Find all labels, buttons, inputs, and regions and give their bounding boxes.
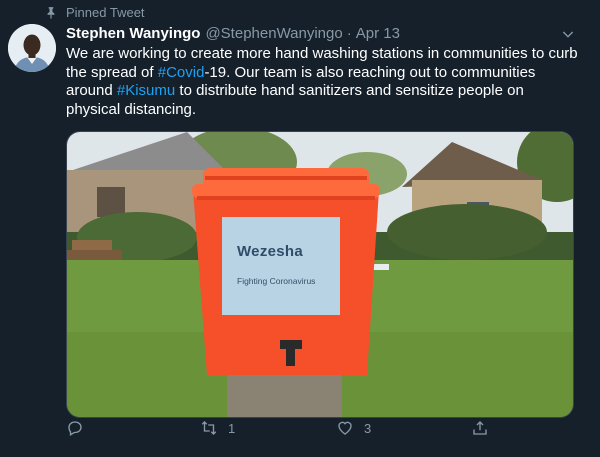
author-name[interactable]: Stephen Wanyingo [66, 25, 200, 42]
pinned-label: Pinned Tweet [66, 5, 145, 20]
share-button[interactable] [471, 419, 489, 437]
tweet-header: Stephen Wanyingo @StephenWanyingo · Apr … [66, 25, 560, 42]
header-separator: · [346, 25, 352, 42]
hashtag-kisumu[interactable]: #Kisumu [117, 82, 175, 99]
tweet-text: We are working to create more hand washi… [66, 45, 581, 119]
pin-icon [47, 6, 55, 19]
bucket-brand-label: Wezesha [237, 243, 304, 260]
author-handle[interactable]: @StephenWanyingo [205, 25, 342, 42]
heart-icon [338, 421, 352, 435]
pinned-tweet-indicator: Pinned Tweet [44, 5, 145, 20]
like-count: 3 [364, 420, 372, 436]
bucket-subtitle: Fighting Coronavirus [237, 276, 316, 286]
chevron-down-icon[interactable] [560, 26, 576, 42]
retweet-count: 1 [228, 420, 236, 436]
reply-button[interactable] [66, 419, 94, 437]
avatar[interactable] [8, 24, 56, 72]
tweet-date[interactable]: Apr 13 [356, 25, 400, 42]
hashtag-covid[interactable]: #Covid [158, 64, 205, 81]
like-button[interactable]: 3 [336, 419, 371, 437]
share-icon [473, 421, 487, 435]
retweet-button[interactable]: 1 [200, 419, 235, 437]
photo-illustration [67, 132, 573, 417]
reply-icon [68, 421, 82, 436]
tweet-photo[interactable]: Wezesha Fighting Coronavirus [66, 131, 574, 418]
retweet-icon [201, 421, 217, 435]
